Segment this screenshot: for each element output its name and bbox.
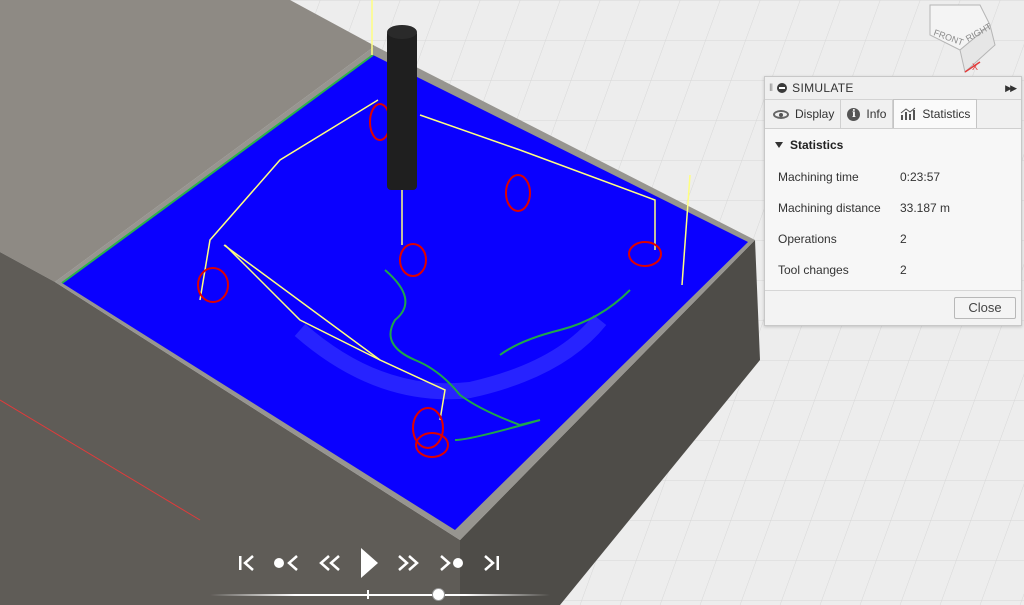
statistics-icon bbox=[900, 107, 916, 121]
tab-label: Statistics bbox=[922, 107, 971, 121]
stat-label: Machining distance bbox=[778, 200, 881, 215]
previous-operation-icon[interactable] bbox=[272, 545, 302, 581]
cutting-tool-top bbox=[387, 25, 417, 39]
panel-title: SIMULATE bbox=[792, 81, 854, 95]
slider-tick bbox=[367, 590, 369, 599]
view-cube-axis-x: X bbox=[972, 62, 978, 72]
stat-row-tool-changes: Tool changes 2 bbox=[775, 254, 1011, 285]
panel-footer: Close bbox=[765, 290, 1021, 325]
stat-label: Machining time bbox=[778, 169, 859, 184]
panel-header[interactable]: ‖ SIMULATE ▶▶ bbox=[765, 77, 1021, 100]
stat-value: 2 bbox=[900, 231, 907, 246]
statistics-section: Statistics Machining time 0:23:57 Machin… bbox=[765, 129, 1021, 285]
skip-to-start-icon[interactable] bbox=[236, 545, 258, 581]
section-title: Statistics bbox=[790, 138, 844, 152]
tab-label: Info bbox=[866, 107, 887, 121]
slider-track[interactable] bbox=[210, 594, 550, 596]
collapse-triangle-icon[interactable] bbox=[775, 142, 783, 148]
info-icon: i bbox=[847, 107, 861, 121]
drag-handle-icon[interactable]: ‖ bbox=[769, 83, 773, 94]
panel-tabs: Display i Info Statistics bbox=[765, 99, 1021, 129]
rewind-icon[interactable] bbox=[316, 545, 344, 581]
cutting-tool bbox=[387, 30, 417, 190]
statistics-section-header[interactable]: Statistics bbox=[775, 135, 1011, 155]
tab-display[interactable]: Display bbox=[767, 100, 842, 128]
tab-label: Display bbox=[795, 107, 835, 121]
close-button[interactable]: Close bbox=[954, 297, 1016, 319]
collapse-icon[interactable] bbox=[777, 83, 788, 93]
tab-statistics[interactable]: Statistics bbox=[893, 99, 978, 128]
stat-value: 2 bbox=[900, 262, 907, 277]
next-operation-icon[interactable] bbox=[436, 545, 466, 581]
stat-row-machining-distance: Machining distance 33.187 m bbox=[775, 192, 1011, 223]
simulate-panel: ‖ SIMULATE ▶▶ Display i Info Statistics … bbox=[764, 76, 1022, 326]
playback-controls bbox=[236, 545, 502, 581]
playback-slider[interactable] bbox=[210, 588, 550, 601]
stat-row-operations: Operations 2 bbox=[775, 223, 1011, 254]
stat-label: Tool changes bbox=[778, 262, 849, 277]
expand-panel-icon[interactable]: ▶▶ bbox=[1005, 83, 1017, 94]
tab-info[interactable]: i Info bbox=[841, 100, 894, 128]
slider-thumb[interactable] bbox=[432, 588, 445, 601]
stat-value: 0:23:57 bbox=[900, 169, 941, 184]
stat-row-machining-time: Machining time 0:23:57 bbox=[775, 161, 1011, 192]
stat-label: Operations bbox=[778, 231, 837, 246]
fast-forward-icon[interactable] bbox=[394, 545, 422, 581]
play-icon[interactable] bbox=[358, 545, 380, 581]
skip-to-end-icon[interactable] bbox=[480, 545, 502, 581]
stat-value: 33.187 m bbox=[900, 200, 951, 215]
eye-icon bbox=[773, 109, 789, 119]
